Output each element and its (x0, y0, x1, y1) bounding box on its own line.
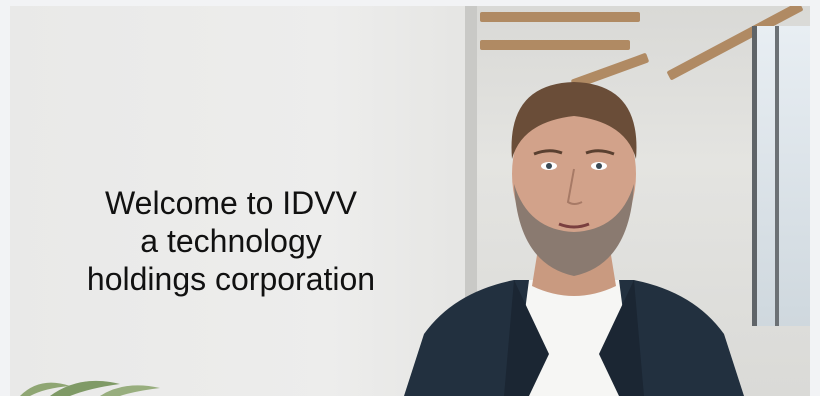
window (752, 26, 810, 326)
caption-line-2: a technology (140, 223, 322, 259)
caption-line-1: Welcome to IDVV (105, 185, 357, 221)
video-frame[interactable]: Welcome to IDVV a technology holdings co… (10, 6, 810, 396)
plant-leaves (20, 380, 160, 396)
presenter-figure (404, 82, 744, 396)
welcome-caption: Welcome to IDVV a technology holdings co… (66, 184, 396, 298)
caption-line-3: holdings corporation (86, 261, 376, 297)
ceiling-beam (480, 12, 640, 22)
ceiling-beam (480, 40, 630, 50)
